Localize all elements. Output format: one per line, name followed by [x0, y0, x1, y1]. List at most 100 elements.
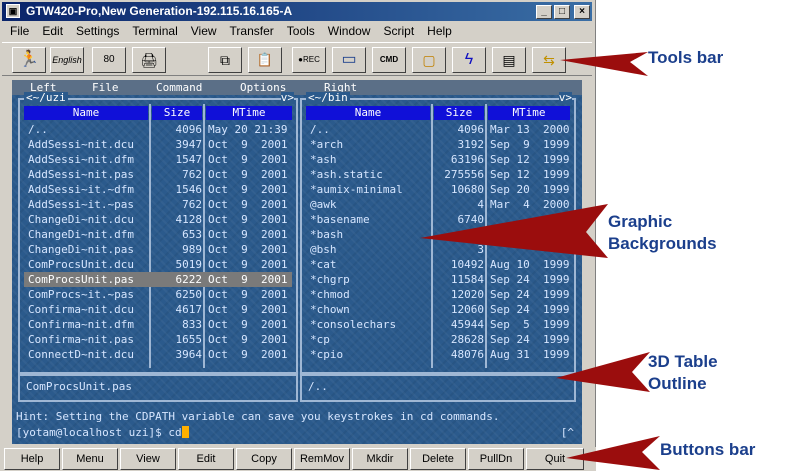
- minimize-button[interactable]: _: [536, 5, 552, 19]
- command-prompt[interactable]: [yotam@localhost uzi]$ cd: [16, 426, 189, 439]
- table-row[interactable]: ChangeDi~nit.dfm 653 Oct 9 2001: [24, 227, 292, 242]
- lightning-icon[interactable]: ϟ: [452, 47, 486, 73]
- right-panel-scroll-icon[interactable]: v>: [558, 92, 572, 104]
- title-bar[interactable]: ▣ GTW420-Pro,New Generation-192.115.16.1…: [2, 2, 592, 21]
- menu-help[interactable]: Help: [427, 24, 452, 38]
- file-size: 833: [182, 318, 202, 331]
- table-row[interactable]: Confirma~nit.dfm 833 Oct 9 2001: [24, 317, 292, 332]
- table-row[interactable]: /.. 4096 Mar 13 2000: [306, 122, 574, 137]
- table-row[interactable]: *chmod 12020 Sep 24 1999: [306, 287, 574, 302]
- table-row[interactable]: AddSessi~nit.dcu 3947 Oct 9 2001: [24, 137, 292, 152]
- screen-icon[interactable]: ▢: [412, 47, 446, 73]
- table-row[interactable]: *cpio 48076 Aug 31 1999: [306, 347, 574, 362]
- left-panel-scroll-icon[interactable]: v>: [280, 92, 294, 104]
- mkdir-button[interactable]: Mkdir: [352, 448, 408, 470]
- paste-icon[interactable]: 📋: [248, 47, 282, 73]
- table-row[interactable]: ComProcs~it.~pas 6250 Oct 9 2001: [24, 287, 292, 302]
- screen-size-icon[interactable]: 80: [92, 47, 126, 73]
- table-row[interactable]: AddSessi~it.~dfm 1546 Oct 9 2001: [24, 182, 292, 197]
- file-name: /..: [310, 123, 330, 136]
- file-size: 11584: [450, 273, 484, 286]
- file-size: 1546: [175, 183, 203, 196]
- file-mtime: Oct 9 2001: [208, 183, 288, 196]
- file-name: *cat: [310, 258, 337, 271]
- file-name: Confirma~nit.dfm: [28, 318, 134, 331]
- file-name: ChangeDi~nit.dfm: [28, 228, 134, 241]
- table-row[interactable]: *chgrp 11584 Sep 24 1999: [306, 272, 574, 287]
- tmenu-file[interactable]: File: [92, 80, 119, 95]
- file-size: 1547: [175, 153, 203, 166]
- delete-button[interactable]: Delete: [410, 448, 466, 470]
- right-header-mtime[interactable]: MTime: [488, 106, 570, 120]
- left-header-mtime[interactable]: MTime: [206, 106, 292, 120]
- left-header-name[interactable]: Name: [24, 106, 148, 120]
- right-panel-path: <~/bin: [306, 91, 350, 104]
- table-row[interactable]: AddSessi~it.~pas 762 Oct 9 2001: [24, 197, 292, 212]
- table-row[interactable]: *aumix-minimal 10680 Sep 20 1999: [306, 182, 574, 197]
- table-row[interactable]: *chown 12060 Sep 24 1999: [306, 302, 574, 317]
- file-mtime: Sep 12 1999: [490, 168, 570, 181]
- right-header-name[interactable]: Name: [306, 106, 430, 120]
- cmd-icon[interactable]: CMD: [372, 47, 406, 73]
- table-row[interactable]: *arch 3192 Sep 9 1999: [306, 137, 574, 152]
- table-row[interactable]: ConnectD~nit.dcu 3964 Oct 9 2001: [24, 347, 292, 362]
- table-row[interactable]: *ash 63196 Sep 12 1999: [306, 152, 574, 167]
- remmov-button[interactable]: RemMov: [294, 448, 350, 470]
- file-size: 5019: [175, 258, 203, 271]
- file-name: *ash.static: [310, 168, 383, 181]
- menu-tools[interactable]: Tools: [287, 24, 315, 38]
- english-icon[interactable]: English: [50, 47, 84, 73]
- buttons-bar: Help Menu View Edit Copy RemMov Mkdir De…: [0, 447, 596, 471]
- monitor-icon[interactable]: ▭: [332, 47, 366, 73]
- tmenu-command[interactable]: Command: [156, 80, 202, 95]
- file-mtime: Oct 9 2001: [208, 348, 288, 361]
- table-row[interactable]: Confirma~nit.dcu 4617 Oct 9 2001: [24, 302, 292, 317]
- file-mtime: Oct 9 2001: [208, 198, 288, 211]
- left-panel[interactable]: <~/uzi v> Name Size MTime /.. 4096 May 20 …: [18, 92, 298, 374]
- table-row[interactable]: AddSessi~nit.dfm 1547 Oct 9 2001: [24, 152, 292, 167]
- table-row[interactable]: *ash.static 275556 Sep 12 1999: [306, 167, 574, 182]
- file-mtime: Sep 9 1999: [490, 138, 570, 151]
- menu-file[interactable]: File: [10, 24, 29, 38]
- menu-button[interactable]: Menu: [62, 448, 118, 470]
- print-icon[interactable]: 🖨: [132, 47, 166, 73]
- left-header-size[interactable]: Size: [152, 106, 202, 120]
- table-row[interactable]: Confirma~nit.pas 1655 Oct 9 2001: [24, 332, 292, 347]
- table-row[interactable]: *consolechars 45944 Sep 5 1999: [306, 317, 574, 332]
- edit-button[interactable]: Edit: [178, 448, 234, 470]
- close-button[interactable]: ×: [574, 5, 590, 19]
- file-size: 12060: [450, 303, 484, 316]
- table-row[interactable]: ChangeDi~nit.pas 989 Oct 9 2001: [24, 242, 292, 257]
- record-icon[interactable]: ●REC: [292, 47, 326, 73]
- maximize-button[interactable]: □: [554, 5, 570, 19]
- pulldn-button[interactable]: PullDn: [468, 448, 524, 470]
- help-button[interactable]: Help: [4, 448, 60, 470]
- file-name: *chown: [310, 303, 350, 316]
- menu-terminal[interactable]: Terminal: [132, 24, 177, 38]
- modem-icon[interactable]: ▤: [492, 47, 526, 73]
- menu-script[interactable]: Script: [383, 24, 414, 38]
- file-name: AddSessi~nit.dfm: [28, 153, 134, 166]
- table-row[interactable]: ChangeDi~nit.dcu 4128 Oct 9 2001: [24, 212, 292, 227]
- view-button[interactable]: View: [120, 448, 176, 470]
- table-row[interactable]: *cp 28628 Sep 24 1999: [306, 332, 574, 347]
- run-icon[interactable]: 🏃: [12, 47, 46, 73]
- menu-settings[interactable]: Settings: [76, 24, 119, 38]
- file-mtime: Sep 12 1999: [490, 153, 570, 166]
- menu-view[interactable]: View: [191, 24, 217, 38]
- tmenu-options[interactable]: Options: [240, 80, 286, 95]
- table-row[interactable]: ComProcsUnit.pas 6222 Oct 9 2001: [24, 272, 292, 287]
- copy-button[interactable]: Copy: [236, 448, 292, 470]
- copy-icon[interactable]: ⧉: [208, 47, 242, 73]
- file-size: 48076: [450, 348, 484, 361]
- right-header-size[interactable]: Size: [434, 106, 484, 120]
- menu-window[interactable]: Window: [328, 24, 371, 38]
- menu-edit[interactable]: Edit: [42, 24, 63, 38]
- menu-transfer[interactable]: Transfer: [230, 24, 274, 38]
- table-row[interactable]: /.. 4096 May 20 21:39: [24, 122, 292, 137]
- callout-outline: Outline: [648, 374, 707, 393]
- file-name: Confirma~nit.pas: [28, 333, 134, 346]
- table-row[interactable]: AddSessi~nit.pas 762 Oct 9 2001: [24, 167, 292, 182]
- table-row[interactable]: ComProcsUnit.dcu 5019 Oct 9 2001: [24, 257, 292, 272]
- file-mtime: Oct 9 2001: [208, 168, 288, 181]
